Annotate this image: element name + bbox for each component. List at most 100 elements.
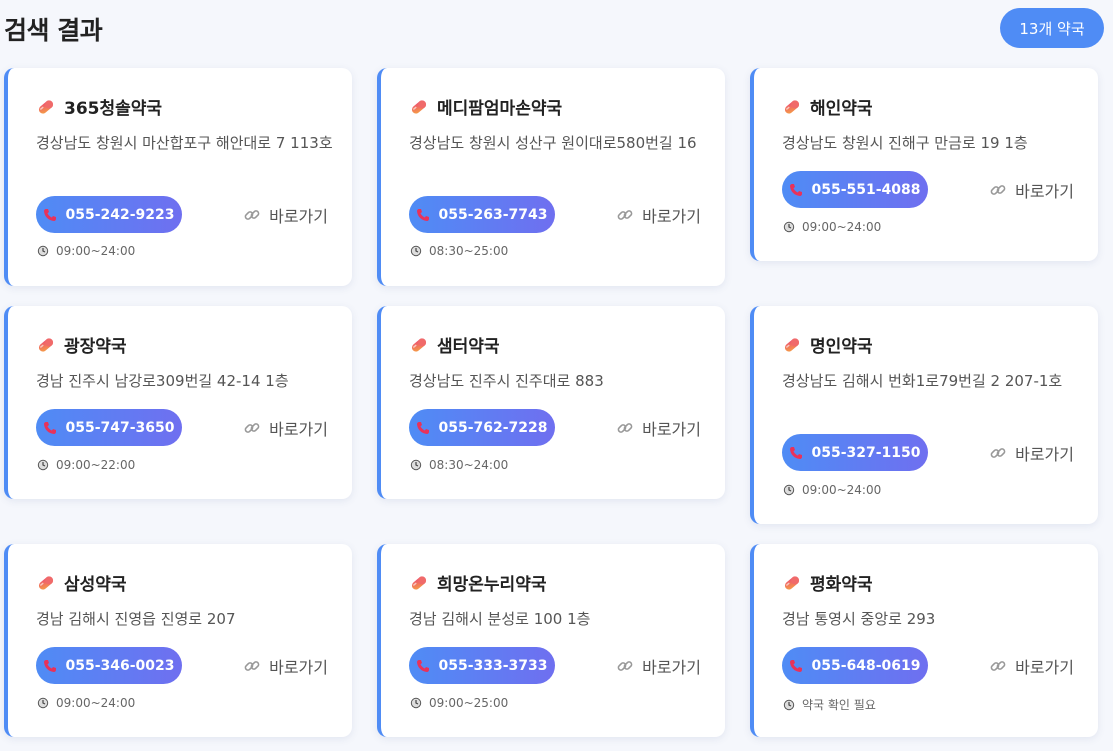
result-count-badge: 13개 약국 bbox=[1000, 8, 1104, 48]
clock-icon bbox=[410, 245, 422, 257]
pharmacy-card: 광장약국 경남 진주시 남강로309번길 42-14 1층 055-747-36… bbox=[4, 306, 352, 499]
pill-icon bbox=[36, 335, 56, 355]
phone-number: 055-327-1150 bbox=[811, 444, 921, 461]
phone-icon bbox=[416, 208, 430, 222]
pharmacy-name: 평화약국 bbox=[810, 575, 873, 595]
pharmacy-name: 메디팜엄마손약국 bbox=[437, 99, 563, 119]
pharmacy-card: 삼성약국 경남 김해시 진영읍 진영로 207 055-346-0023 바로가… bbox=[4, 544, 352, 737]
shortcut-label: 바로가기 bbox=[1015, 444, 1074, 464]
opening-hours: 08:30~24:00 bbox=[410, 458, 508, 472]
pill-icon bbox=[36, 573, 56, 593]
shortcut-label: 바로가기 bbox=[1015, 181, 1074, 201]
phone-icon bbox=[416, 421, 430, 435]
opening-hours: 09:00~24:00 bbox=[37, 244, 135, 258]
pharmacy-address: 경상남도 창원시 마산합포구 해안대로 7 113호 bbox=[36, 134, 333, 152]
call-button[interactable]: 055-551-4088 bbox=[782, 171, 928, 208]
phone-icon bbox=[416, 659, 430, 673]
shortcut-link[interactable]: 바로가기 bbox=[616, 196, 701, 233]
opening-hours: 09:00~24:00 bbox=[783, 220, 881, 234]
shortcut-link[interactable]: 바로가기 bbox=[243, 196, 328, 233]
link-icon bbox=[989, 181, 1007, 199]
shortcut-label: 바로가기 bbox=[269, 419, 328, 439]
page-title: 검색 결과 bbox=[4, 16, 103, 45]
opening-hours: 약국 확인 필요 bbox=[783, 696, 876, 713]
shortcut-link[interactable]: 바로가기 bbox=[243, 409, 328, 446]
call-button[interactable]: 055-242-9223 bbox=[36, 196, 182, 233]
pharmacy-address: 경남 진주시 남강로309번길 42-14 1층 bbox=[36, 372, 289, 390]
pill-icon bbox=[409, 573, 429, 593]
pharmacy-address: 경상남도 김해시 번화1로79번길 2 207-1호 bbox=[782, 372, 1063, 390]
phone-icon bbox=[789, 659, 803, 673]
pharmacy-address: 경남 김해시 진영읍 진영로 207 bbox=[36, 610, 236, 628]
phone-number: 055-333-3733 bbox=[438, 657, 548, 674]
pill-icon bbox=[782, 335, 802, 355]
hours-text: 08:30~24:00 bbox=[429, 458, 509, 472]
phone-icon bbox=[43, 421, 57, 435]
pharmacy-name: 해인약국 bbox=[810, 99, 873, 119]
pharmacy-card: 해인약국 경상남도 창원시 진해구 만금로 19 1층 055-551-4088… bbox=[750, 68, 1098, 261]
link-icon bbox=[616, 206, 634, 224]
hours-text: 09:00~24:00 bbox=[56, 244, 136, 258]
hours-text: 09:00~24:00 bbox=[802, 220, 882, 234]
call-button[interactable]: 055-648-0619 bbox=[782, 647, 928, 684]
call-button[interactable]: 055-762-7228 bbox=[409, 409, 555, 446]
phone-icon bbox=[43, 208, 57, 222]
pill-icon bbox=[782, 573, 802, 593]
pharmacy-address: 경상남도 창원시 진해구 만금로 19 1층 bbox=[782, 134, 1028, 152]
clock-icon bbox=[410, 459, 422, 471]
phone-number: 055-263-7743 bbox=[438, 206, 548, 223]
pharmacy-card: 명인약국 경상남도 김해시 번화1로79번길 2 207-1호 055-327-… bbox=[750, 306, 1098, 524]
call-button[interactable]: 055-747-3650 bbox=[36, 409, 182, 446]
link-icon bbox=[989, 444, 1007, 462]
hours-text: 09:00~24:00 bbox=[56, 696, 136, 710]
shortcut-label: 바로가기 bbox=[642, 419, 701, 439]
opening-hours: 09:00~25:00 bbox=[410, 696, 508, 710]
shortcut-label: 바로가기 bbox=[642, 206, 701, 226]
phone-number: 055-762-7228 bbox=[438, 419, 548, 436]
pharmacy-card: 희망온누리약국 경남 김해시 분성로 100 1층 055-333-3733 바… bbox=[377, 544, 725, 737]
results-header: 검색 결과 13개 약국 bbox=[0, 0, 1113, 60]
shortcut-link[interactable]: 바로가기 bbox=[243, 647, 328, 684]
clock-icon bbox=[783, 699, 795, 711]
phone-number: 055-346-0023 bbox=[65, 657, 175, 674]
pharmacy-name: 샘터약국 bbox=[437, 337, 500, 357]
pharmacy-address: 경상남도 창원시 성산구 원이대로580번길 16 bbox=[409, 134, 697, 152]
pharmacy-card: 샘터약국 경상남도 진주시 진주대로 883 055-762-7228 바로가기… bbox=[377, 306, 725, 499]
shortcut-link[interactable]: 바로가기 bbox=[616, 409, 701, 446]
pharmacy-name: 삼성약국 bbox=[64, 575, 127, 595]
phone-icon bbox=[43, 659, 57, 673]
opening-hours: 09:00~22:00 bbox=[37, 458, 135, 472]
pill-icon bbox=[36, 97, 56, 117]
hours-text: 09:00~22:00 bbox=[56, 458, 136, 472]
phone-number: 055-747-3650 bbox=[65, 419, 175, 436]
pharmacy-address: 경상남도 진주시 진주대로 883 bbox=[409, 372, 604, 390]
shortcut-link[interactable]: 바로가기 bbox=[616, 647, 701, 684]
shortcut-label: 바로가기 bbox=[269, 657, 328, 677]
clock-icon bbox=[783, 484, 795, 496]
phone-number: 055-648-0619 bbox=[811, 657, 921, 674]
call-button[interactable]: 055-346-0023 bbox=[36, 647, 182, 684]
shortcut-label: 바로가기 bbox=[642, 657, 701, 677]
shortcut-link[interactable]: 바로가기 bbox=[989, 647, 1074, 684]
pharmacy-name: 희망온누리약국 bbox=[437, 575, 547, 595]
phone-icon bbox=[789, 183, 803, 197]
clock-icon bbox=[37, 459, 49, 471]
shortcut-link[interactable]: 바로가기 bbox=[989, 171, 1074, 208]
clock-icon bbox=[410, 697, 422, 709]
call-button[interactable]: 055-333-3733 bbox=[409, 647, 555, 684]
pharmacy-card: 평화약국 경남 통영시 중앙로 293 055-648-0619 바로가기 약국… bbox=[750, 544, 1098, 737]
link-icon bbox=[243, 206, 261, 224]
pill-icon bbox=[409, 97, 429, 117]
pill-icon bbox=[409, 335, 429, 355]
link-icon bbox=[243, 657, 261, 675]
call-button[interactable]: 055-263-7743 bbox=[409, 196, 555, 233]
call-button[interactable]: 055-327-1150 bbox=[782, 434, 928, 471]
hours-text: 약국 확인 필요 bbox=[802, 698, 876, 712]
opening-hours: 08:30~25:00 bbox=[410, 244, 508, 258]
pharmacy-name: 365청솔약국 bbox=[64, 99, 163, 119]
link-icon bbox=[616, 657, 634, 675]
pharmacy-card: 365청솔약국 경상남도 창원시 마산합포구 해안대로 7 113호 055-2… bbox=[4, 68, 352, 286]
shortcut-link[interactable]: 바로가기 bbox=[989, 434, 1074, 471]
pharmacy-name: 명인약국 bbox=[810, 337, 873, 357]
hours-text: 08:30~25:00 bbox=[429, 244, 509, 258]
